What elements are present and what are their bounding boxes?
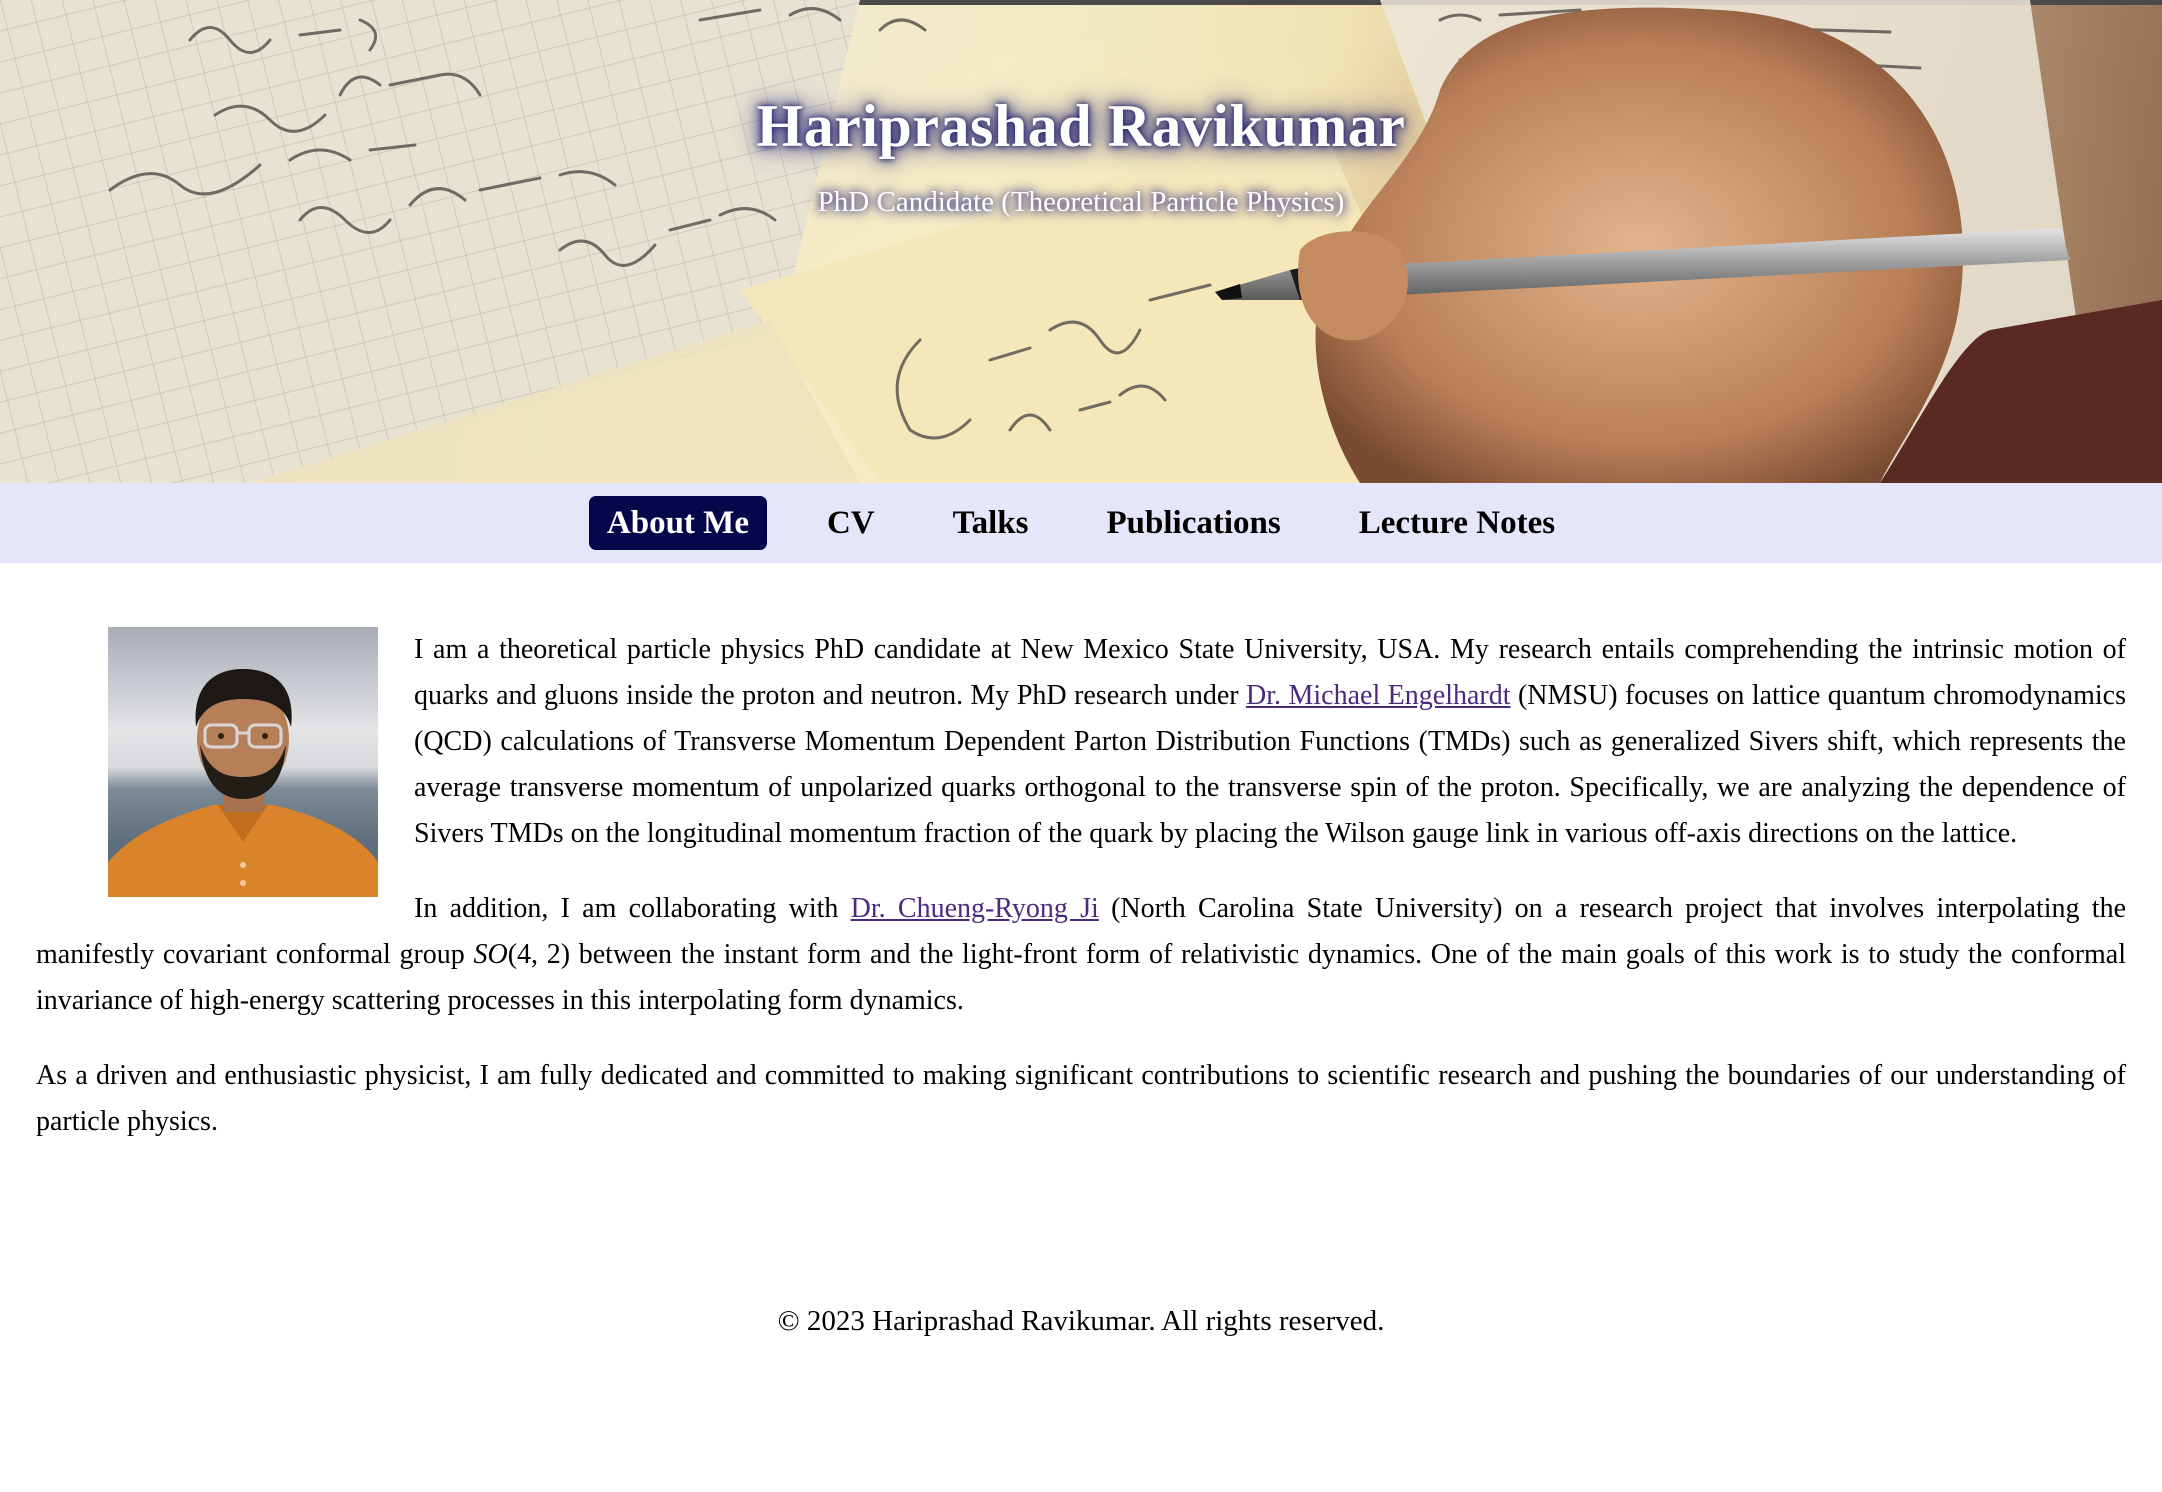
link-michael-engelhardt[interactable]: Dr. Michael Engelhardt (1246, 680, 1510, 711)
nav-talks[interactable]: Talks (935, 496, 1047, 550)
nav-cv[interactable]: CV (809, 496, 893, 550)
nav-about-me[interactable]: About Me (588, 496, 767, 550)
math-group-args: (4, 2) (507, 939, 571, 970)
math-so42: SO(4, 2) (473, 939, 570, 970)
math-group-name: SO (473, 939, 508, 970)
profile-photo (108, 627, 378, 897)
portrait-image (108, 669, 378, 897)
p2-text-start: In addition, I am collaborating with (414, 893, 851, 924)
about-paragraph-3: As a driven and enthusiastic physicist, … (36, 1060, 2126, 1137)
nav-publications[interactable]: Publications (1089, 496, 1299, 550)
main-nav: About Me CV Talks Publications Lecture N… (0, 483, 2162, 563)
site-subtitle: PhD Candidate (Theoretical Particle Phys… (817, 186, 1345, 218)
banner-background-image (0, 0, 2162, 483)
about-paragraph-2: In addition, I am collaborating with Dr.… (36, 886, 2126, 1024)
header-banner: Hariprashad Ravikumar PhD Candidate (The… (0, 0, 2162, 483)
nav-lecture-notes[interactable]: Lecture Notes (1341, 496, 1573, 550)
about-section: I am a theoretical particle physics PhD … (0, 563, 2162, 1145)
site-title: Hariprashad Ravikumar (756, 93, 1406, 159)
footer-copyright: © 2023 Hariprashad Ravikumar. All rights… (777, 1305, 1385, 1337)
link-chueng-ryong-ji[interactable]: Dr. Chueng-Ryong Ji (851, 893, 1099, 924)
